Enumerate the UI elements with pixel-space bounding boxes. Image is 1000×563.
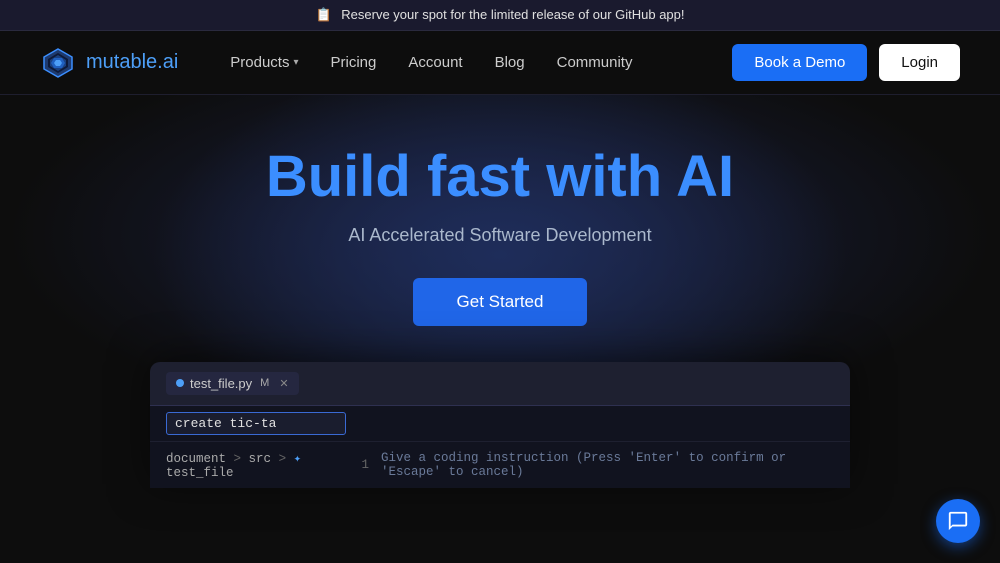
announcement-text: Reserve your spot for the limited releas… [341,7,684,22]
chevron-down-icon: ▾ [293,57,298,68]
line-number: 1 [362,458,370,472]
nav-products[interactable]: Products ▾ [218,46,310,79]
announcement-icon: 📋 [315,7,331,22]
tab-filename: test_file.py [190,376,252,391]
chat-icon [947,510,969,532]
login-button[interactable]: Login [879,44,960,81]
navbar: mutable.ai Products ▾ Pricing Account Bl… [0,31,1000,95]
breadcrumb: document > src > ✦ test_file [166,450,338,480]
breadcrumb-icon: ✦ [294,452,302,466]
tab-dot-icon [176,379,184,387]
editor-command-line [150,406,850,442]
logo[interactable]: mutable.ai [40,45,178,81]
get-started-button[interactable]: Get Started [413,278,588,326]
nav-pricing[interactable]: Pricing [319,46,389,79]
nav-account[interactable]: Account [396,46,474,79]
nav-blog[interactable]: Blog [483,46,537,79]
hero-subtitle: AI Accelerated Software Development [348,225,651,246]
main-nav: Products ▾ Pricing Account Blog Communit… [218,46,732,79]
announcement-bar: 📋 Reserve your spot for the limited rele… [0,0,1000,31]
editor-header: test_file.py M ✕ [150,362,850,406]
hero-title: Build fast with AI [266,145,734,209]
nav-community[interactable]: Community [545,46,645,79]
editor-preview: test_file.py M ✕ document > src > ✦ test… [150,362,850,488]
logo-text: mutable.ai [86,51,178,74]
command-input[interactable] [166,412,346,435]
chat-button[interactable] [936,499,980,543]
editor-hint-text: Give a coding instruction (Press 'Enter'… [381,451,834,479]
editor-tab[interactable]: test_file.py M ✕ [166,372,299,395]
editor-hint: document > src > ✦ test_file 1 Give a co… [150,442,850,488]
nav-actions: Book a Demo Login [732,44,960,81]
tab-close-icon[interactable]: ✕ [279,377,288,390]
tab-badge: M [260,377,269,389]
hero-section: Build fast with AI AI Accelerated Softwa… [0,95,1000,561]
logo-icon [40,45,76,81]
book-demo-button[interactable]: Book a Demo [732,44,867,81]
